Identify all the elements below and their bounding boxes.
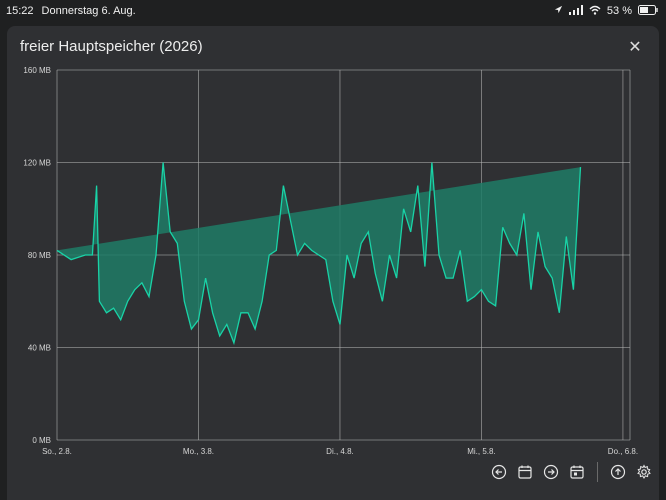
y-tick-label: 160 MB xyxy=(23,66,51,75)
x-tick-label: So., 2.8. xyxy=(42,447,72,456)
export-button[interactable] xyxy=(609,463,627,481)
upload-icon xyxy=(610,464,626,480)
memory-chart: 0 MB 40 MB 80 MB 120 MB 160 MB So., 2.8. Mo., … xyxy=(23,66,638,456)
y-tick-label: 40 MB xyxy=(28,344,51,353)
gear-icon xyxy=(637,464,651,479)
x-tick-label: Mi., 5.8. xyxy=(467,447,495,456)
x-tick-label: Mo., 3.8. xyxy=(183,447,214,456)
chart-toolbar xyxy=(490,462,653,482)
arrow-left-icon xyxy=(491,464,507,480)
calendar-icon xyxy=(518,465,532,479)
x-tick-label: Di., 4.8. xyxy=(326,447,354,456)
y-tick-label: 0 MB xyxy=(32,436,51,445)
settings-button[interactable] xyxy=(635,463,653,481)
y-tick-label: 80 MB xyxy=(28,251,51,260)
today-button[interactable] xyxy=(568,463,586,481)
calendar-today-icon xyxy=(570,465,584,479)
x-tick-label: Do., 6.8. xyxy=(608,447,638,456)
previous-period-button[interactable] xyxy=(490,463,508,481)
y-tick-label: 120 MB xyxy=(23,159,51,168)
next-period-button[interactable] xyxy=(542,463,560,481)
toolbar-divider xyxy=(597,462,598,482)
series-area xyxy=(57,162,581,343)
select-date-button[interactable] xyxy=(516,463,534,481)
arrow-right-icon xyxy=(543,464,559,480)
